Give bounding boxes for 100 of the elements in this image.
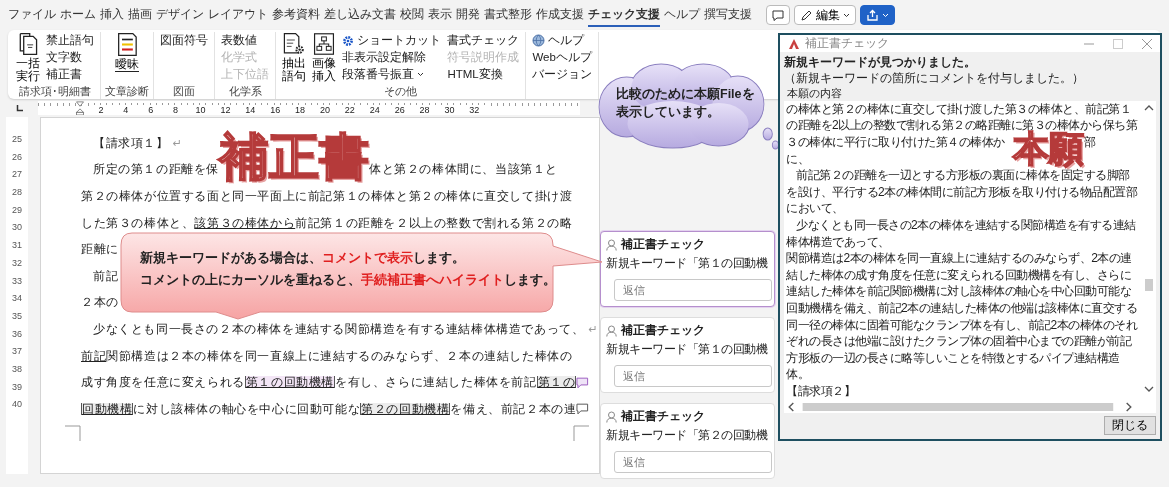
menu-tab[interactable]: 挿入: [100, 3, 124, 27]
indent-marker-icon[interactable]: [75, 101, 85, 115]
vertical-ruler[interactable]: 25 26 27 28 29 30 31 32 33 34 35 36 37 38 39 40: [6, 117, 28, 474]
pencil-icon: [800, 8, 813, 22]
menu-tab[interactable]: 作成支援: [536, 3, 584, 27]
ribbon-group-label: 請求項･明細書: [19, 84, 92, 98]
caret-icon: [417, 72, 425, 77]
ribbon-button[interactable]: 書式チェック: [445, 32, 522, 49]
share-button[interactable]: [860, 5, 895, 25]
ribbon-button[interactable]: 画像挿入: [310, 32, 339, 82]
document-text: 体と第２の棒体間に、当該第１と: [369, 162, 559, 178]
document-text: 回動機構に対し該棒体の軸心を中心に回動可能な第２の回動機構を備え、前記２本の連: [81, 401, 577, 417]
close-icon[interactable]: [1142, 38, 1152, 49]
document-text: 距離に: [81, 242, 119, 258]
content-text: を設け、平行する2本の棒体間に前記方形板を取り付ける物品配置部: [786, 183, 1138, 201]
content-text-box[interactable]: [784, 101, 1156, 413]
ribbon-button[interactable]: Webヘルプ: [530, 49, 595, 66]
menu-tab[interactable]: レイアウト: [208, 3, 268, 27]
content-text: ３の棒体に平行に取り付けた第４の棒体か: [786, 134, 1005, 151]
dialog-note: （新規キーワードの箇所にコメントを付与しました。）: [784, 71, 1084, 86]
menu-tab[interactable]: 参考資料: [272, 3, 320, 27]
menu-tab[interactable]: 校閲: [400, 3, 424, 27]
menu-tab[interactable]: チェック支援: [588, 3, 660, 27]
ribbon-group-label: 文章診断: [105, 84, 150, 98]
ruler-number: 38: [12, 362, 22, 376]
content-text: に、: [786, 150, 809, 168]
comments-button[interactable]: [766, 5, 790, 25]
person-icon: [606, 410, 617, 423]
ruler-number: 26: [12, 150, 22, 164]
ribbon-button[interactable]: 文字数: [44, 49, 97, 66]
menu-tab[interactable]: 描画: [128, 3, 152, 27]
ribbon-group-label: 化学系: [228, 84, 262, 98]
menu-tab[interactable]: 表示: [428, 3, 452, 27]
document-text: 前記: [93, 268, 119, 284]
ruler-number: 27: [12, 168, 22, 182]
menu-tab[interactable]: 書式整形: [484, 3, 532, 27]
tab-stop-icon[interactable]: [15, 104, 23, 112]
ribbon-button[interactable]: 補正書: [44, 66, 97, 83]
document-text: 所定の第１の距離を保: [93, 163, 220, 176]
ribbon-button[interactable]: 曖昧: [113, 32, 142, 72]
comment-icon[interactable]: [576, 403, 589, 416]
horizontal-ruler[interactable]: 2 4 6 8 10 12 14 16 18 20 22 24 26 28 30 32: [38, 101, 580, 115]
comment-text: 新規キーワード「第１の回動機: [606, 341, 767, 358]
ruler-number: 36: [12, 327, 22, 341]
comment-author: 補正書チェック: [621, 409, 705, 424]
menu-tab[interactable]: 差し込み文書: [324, 3, 396, 27]
content-text: 方形板の一辺の長さに略等しいことを特徴とするパイプ連結構造: [786, 349, 1120, 367]
menu-tab[interactable]: ファイル: [8, 3, 56, 27]
reply-field[interactable]: 返信: [614, 365, 772, 387]
comment-icon[interactable]: [576, 376, 589, 389]
content-label: 本願の内容: [787, 86, 842, 101]
ruler-number: 39: [12, 380, 22, 394]
gear-icon: [342, 34, 355, 47]
ribbon-button[interactable]: バージョン: [530, 66, 595, 83]
ribbon-button[interactable]: 段落番号振直: [340, 66, 444, 83]
menu-tab[interactable]: ホーム: [60, 3, 96, 27]
ribbon-button[interactable]: 一括実行: [14, 32, 43, 82]
ruler-number: 33: [12, 274, 22, 288]
menu-tab[interactable]: 撰写支援: [704, 3, 752, 27]
ribbon-button[interactable]: HTML変換: [445, 66, 522, 83]
content-text: において、: [786, 200, 844, 218]
ribbon-button[interactable]: 禁止語句: [44, 32, 97, 49]
menu-tab[interactable]: ヘルプ: [664, 3, 700, 27]
comment-card[interactable]: 補正書チェック 新規キーワード「第１の回動機 返信: [600, 231, 775, 307]
comment-author: 補正書チェック: [621, 323, 705, 338]
callout-text: 新規キーワードがある場合は、コメントで表示します。: [140, 249, 465, 267]
comment-card[interactable]: 補正書チェック 新規キーワード「第１の回動機 返信: [600, 317, 775, 393]
content-text: 結した棒体の成す角度を任意に変えられる回動機構を有し、さらに: [786, 266, 1131, 284]
reply-field[interactable]: 返信: [614, 279, 772, 301]
callout-text: コメントの上にカーソルを重ねると、手続補正書へハイライト します。: [140, 271, 556, 289]
cloud-text: 比較のために本願Fileを: [616, 86, 755, 103]
caret-icon: [882, 12, 889, 18]
document-text: 成す角度を任意に変えられる 第１の回動機構 を有し、さらに連結した棒体を前記第１の: [81, 375, 577, 391]
ruler-number: 32: [12, 256, 22, 270]
close-button[interactable]: 閉じる: [1104, 416, 1156, 435]
document-text: した第３の棒体と、該第３の棒体から前記第１の距離を２以上の整数で割れる第２の略: [81, 215, 573, 231]
share-icon: [866, 8, 879, 22]
comment-card[interactable]: 補正書チェック 新規キーワード「第２の回動機 返信: [600, 403, 775, 479]
content-text: 関節構造は2本の棒体を同一直線上に連結するのみならず、2本の連: [786, 250, 1132, 268]
content-text: 部: [1083, 135, 1095, 149]
ribbon-button[interactable]: 非表示設定解除: [340, 49, 444, 66]
ribbon-button[interactable]: 図面符号: [158, 32, 211, 49]
comment-text: 新規キーワード「第１の回動機: [606, 255, 767, 272]
reply-field[interactable]: 返信: [614, 451, 772, 473]
margin-mark-icon: [65, 424, 81, 441]
ribbon-button[interactable]: 表数値: [219, 32, 272, 49]
content-text: 同一径の棒体に固着可能なクランプ体を有し、前記2本の棒体のそれ: [786, 316, 1138, 334]
paragraph-mark: ↵: [588, 322, 599, 336]
edit-button[interactable]: 編集: [794, 5, 856, 25]
content-text: 連結した棒体を前記関節機構に対し該棒体の軸心を中心回動可能な: [786, 283, 1131, 301]
menu-tab[interactable]: デザイン: [156, 3, 204, 27]
ribbon-group-label: その他: [384, 84, 418, 98]
person-icon: [606, 238, 617, 251]
window-title: 補正書チェック: [805, 36, 890, 51]
ribbon-button[interactable]: ショートカット: [340, 32, 444, 49]
menu-tab[interactable]: 開発: [456, 3, 480, 27]
ribbon-button[interactable]: 抽出語句: [280, 32, 309, 82]
ribbon-button[interactable]: ヘルプ: [530, 32, 595, 49]
margin-mark-icon: [573, 424, 589, 441]
cloud-text: 表示しています。: [616, 104, 720, 121]
